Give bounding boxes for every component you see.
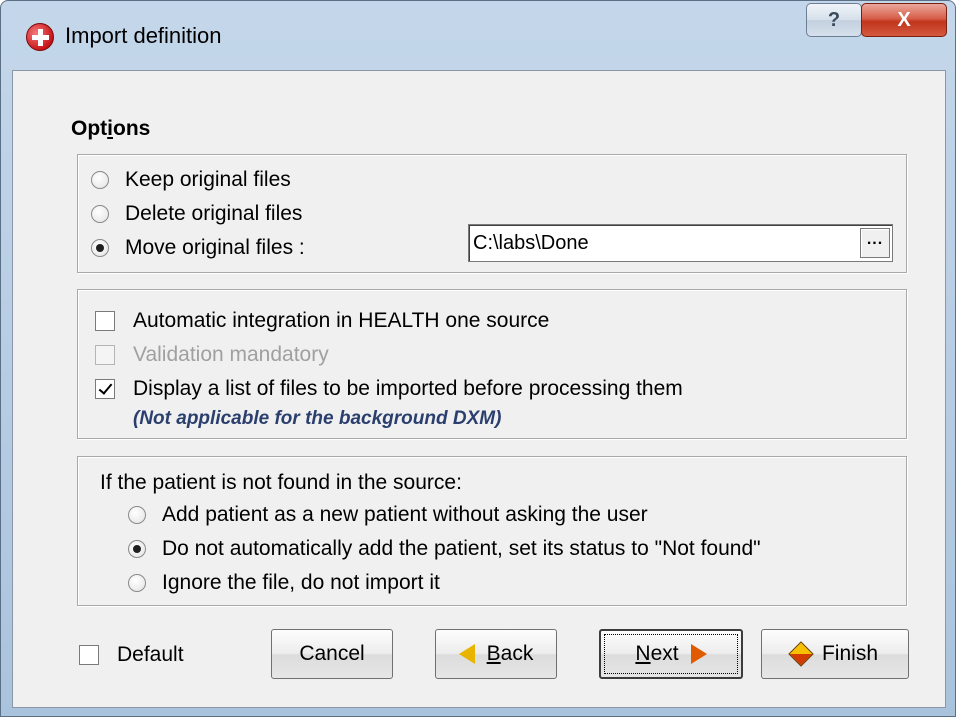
back-label-rest: ack [500,642,534,665]
display-list-checkbox[interactable] [95,379,115,399]
back-button[interactable]: Back [435,629,557,679]
automatic-integration-label: Automatic integration in HEALTH one sour… [133,309,550,332]
set-not-found-radio[interactable] [128,540,146,558]
set-not-found-label: Do not automatically add the patient, se… [162,537,761,560]
next-label: Next [635,642,678,666]
dialog-window: Import definition ? X Options Keep origi… [0,0,956,717]
move-path-input[interactable] [473,229,853,257]
next-label-mnemonic: N [635,642,651,665]
keep-original-files-option[interactable]: Keep original files [91,168,291,192]
next-button[interactable]: Next [599,629,743,679]
finish-label: Finish [821,642,879,665]
red-cross-icon [26,23,54,51]
move-path-field[interactable]: ... [468,224,893,262]
next-label-rest: ext [650,642,679,665]
close-icon: X [897,8,911,31]
automatic-integration-option[interactable]: Automatic integration in HEALTH one sour… [95,309,549,333]
keep-original-files-radio[interactable] [91,171,109,189]
cancel-label: Cancel [299,642,365,665]
next-arrow-icon [690,644,707,664]
finish-diamond-icon [788,641,814,667]
ignore-file-radio[interactable] [128,574,146,592]
move-original-files-label: Move original files : [125,236,305,259]
delete-original-files-option[interactable]: Delete original files [91,202,302,226]
patient-not-found-prompt: If the patient is not found in the sourc… [100,471,462,494]
back-arrow-icon [458,644,475,664]
question-mark-icon: ? [827,8,841,31]
display-list-label: Display a list of files to be imported b… [133,377,683,400]
ellipsis-icon: ... [866,231,884,248]
move-original-files-radio[interactable] [91,239,109,257]
delete-original-files-radio[interactable] [91,205,109,223]
ignore-file-label: Ignore the file, do not import it [162,571,440,594]
add-new-patient-option[interactable]: Add patient as a new patient without ask… [128,503,648,527]
automatic-integration-checkbox[interactable] [95,311,115,331]
default-option[interactable]: Default [79,643,184,667]
set-not-found-option[interactable]: Do not automatically add the patient, se… [128,537,761,561]
display-list-option[interactable]: Display a list of files to be imported b… [95,377,683,401]
move-original-files-option[interactable]: Move original files : [91,236,305,260]
default-checkbox[interactable] [79,645,99,665]
cancel-button[interactable]: Cancel [271,629,393,679]
validation-mandatory-option: Validation mandatory [95,343,329,367]
options-heading: Options [71,117,151,140]
keep-original-files-label: Keep original files [125,168,291,191]
add-new-patient-label: Add patient as a new patient without ask… [162,503,648,526]
validation-mandatory-label: Validation mandatory [133,343,329,366]
background-dxm-note: (Not applicable for the background DXM) [133,408,502,429]
ignore-file-option[interactable]: Ignore the file, do not import it [128,571,440,595]
finish-button[interactable]: Finish [761,629,909,679]
back-label-mnemonic: B [486,642,501,665]
help-button[interactable]: ? [806,3,862,37]
add-new-patient-radio[interactable] [128,506,146,524]
back-label: Back [487,642,534,666]
default-label: Default [117,643,184,666]
delete-original-files-label: Delete original files [125,202,303,225]
window-title: Import definition [65,23,222,48]
browse-button[interactable]: ... [860,228,890,258]
validation-mandatory-checkbox [95,345,115,365]
close-button[interactable]: X [861,3,947,37]
dialog-body: Options Keep original files Delete origi… [12,70,946,708]
title-bar[interactable]: Import definition ? X [1,1,955,71]
